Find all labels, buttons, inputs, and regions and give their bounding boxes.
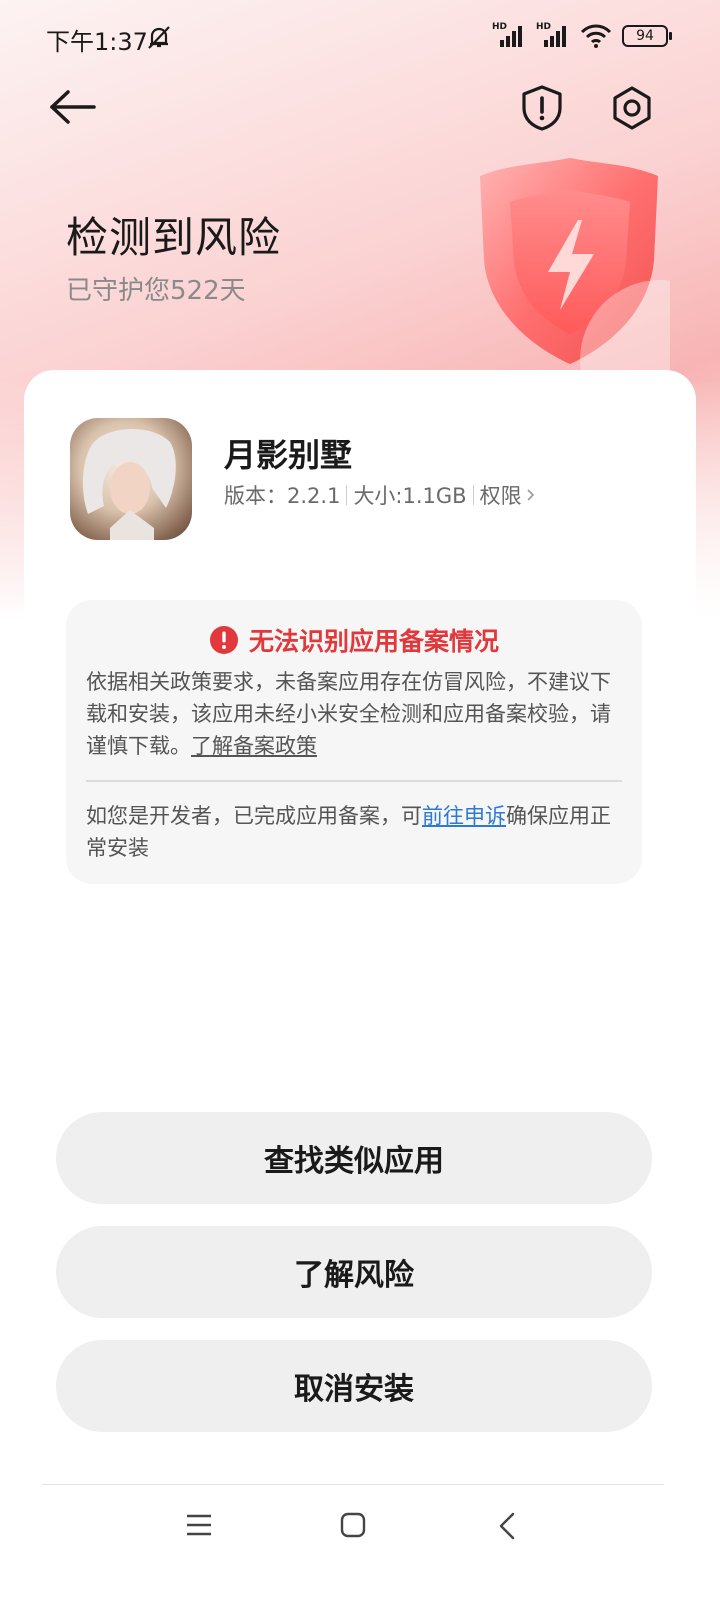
app-meta: 版本：2.2.1 大小:1.1GB 权限 (224, 480, 536, 510)
shield-lightning-icon (480, 158, 670, 370)
back-arrow-icon[interactable] (46, 84, 100, 130)
warning-title: 无法识别应用备案情况 (248, 627, 499, 656)
wifi-icon (580, 24, 612, 48)
app-info-card: 月影别墅 版本：2.2.1 大小:1.1GB 权限 无法识别应用备案情况 依据相… (24, 370, 696, 930)
shield-alert-icon[interactable] (520, 84, 564, 132)
status-bar: 下午1:37 HD HD 94 (0, 0, 720, 80)
risk-warning-box: 无法识别应用备案情况 依据相关政策要求，未备案应用存在仿冒风险，不建议下载和安装… (66, 600, 642, 884)
system-nav-bar (0, 1500, 720, 1560)
learn-risk-button[interactable]: 了解风险 (56, 1226, 652, 1318)
warning-heading: 无法识别应用备案情况 (66, 622, 642, 658)
nav-divider (42, 1484, 664, 1485)
meta-divider (346, 485, 348, 505)
policy-link[interactable]: 了解备案政策 (191, 734, 317, 758)
warning-text: 依据相关政策要求，未备案应用存在仿冒风险，不建议下载和安装，该应用未经小米安全检… (86, 666, 616, 762)
signal-hd-label: HD (536, 22, 552, 32)
app-icon (70, 418, 192, 540)
permissions-link[interactable]: 权限 (480, 480, 536, 510)
cancel-install-button[interactable]: 取消安装 (56, 1340, 652, 1432)
chevron-right-icon (527, 489, 534, 501)
find-similar-apps-button[interactable]: 查找类似应用 (56, 1112, 652, 1204)
appeal-link[interactable]: 前往申诉 (422, 804, 506, 828)
app-name: 月影别墅 (224, 436, 353, 474)
bell-muted-icon (148, 26, 170, 49)
page-title: 检测到风险 (66, 213, 282, 262)
home-icon[interactable] (340, 1512, 366, 1538)
divider (86, 780, 622, 782)
menu-icon[interactable] (186, 1514, 212, 1536)
battery-icon: 94 (622, 25, 672, 47)
gear-icon[interactable] (608, 84, 656, 132)
protection-days: 已守护您522天 (66, 276, 246, 306)
meta-divider (472, 485, 474, 505)
signal-icon: HD (536, 22, 570, 48)
status-time: 下午1:37 (46, 28, 148, 56)
warning-body: 依据相关政策要求，未备案应用存在仿冒风险，不建议下载和安装，该应用未经小米安全检… (86, 670, 611, 758)
signal-icon: HD (492, 22, 526, 48)
signal-hd-label: HD (492, 22, 508, 32)
developer-note-prefix: 如您是开发者，已完成应用备案，可 (86, 804, 422, 828)
app-version: 版本：2.2.1 (224, 484, 341, 508)
app-size: 大小:1.1GB (353, 484, 467, 508)
nav-back-icon[interactable] (498, 1512, 516, 1540)
permissions-label: 权限 (479, 484, 522, 508)
alert-circle-icon (209, 626, 238, 654)
developer-note: 如您是开发者，已完成应用备案，可前往申诉确保应用正常安装 (86, 800, 616, 864)
status-indicators: HD HD 94 (492, 22, 672, 48)
